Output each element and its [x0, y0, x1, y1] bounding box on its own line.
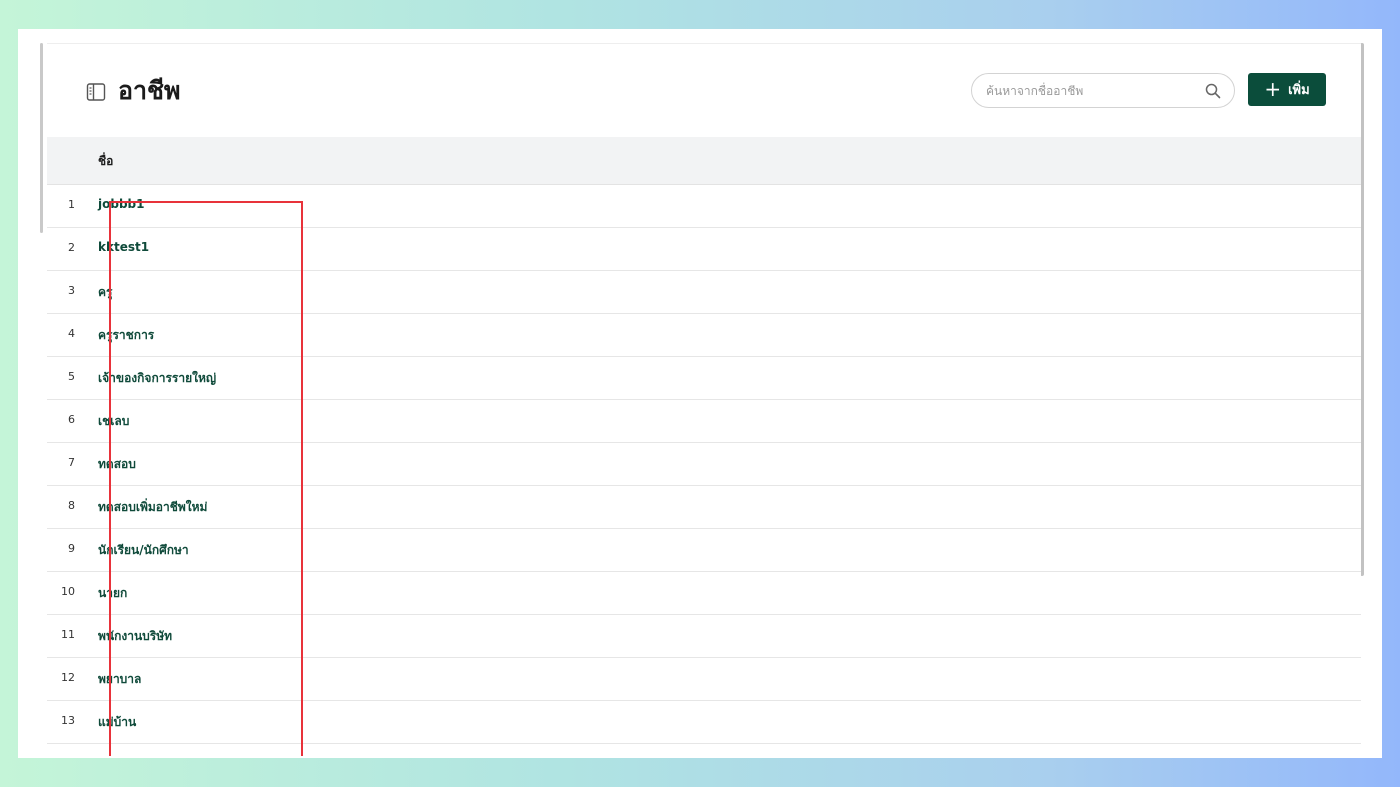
row-number: 5 — [68, 370, 75, 383]
table-row[interactable]: 12 พยาบาล — [47, 658, 1361, 701]
table-row[interactable]: 13 แม่บ้าน — [47, 701, 1361, 744]
search-box[interactable] — [971, 73, 1235, 108]
table-row[interactable]: 9 นักเรียน/นักศึกษา — [47, 529, 1361, 572]
row-name-link[interactable]: ครูราชการ — [98, 326, 154, 345]
row-number: 6 — [68, 413, 75, 426]
row-name-link[interactable]: เจ้าของกิจการรายใหญ่ — [98, 369, 216, 388]
row-name-link[interactable]: ทดสอบเพิ่มอาชีพใหม่ — [98, 498, 207, 517]
table-row[interactable]: 5 เจ้าของกิจการรายใหญ่ — [47, 357, 1361, 400]
row-number: 2 — [68, 241, 75, 254]
row-number: 8 — [68, 499, 75, 512]
app-frame: อาชีพ + เพิ่ม ชื่อ 1 j — [18, 29, 1382, 758]
row-name-link[interactable]: แม่บ้าน — [98, 713, 136, 732]
row-name-link[interactable]: พยาบาล — [98, 670, 141, 689]
occupation-panel: อาชีพ + เพิ่ม ชื่อ 1 j — [47, 43, 1361, 756]
plus-icon: + — [1264, 76, 1282, 101]
row-number: 10 — [61, 585, 75, 598]
row-number: 1 — [68, 198, 75, 211]
row-name-link[interactable]: ครู — [98, 283, 112, 302]
occupation-table: ชื่อ 1 jobbb1 2 kktest1 3 ครู 4 ครูราชกา… — [47, 137, 1361, 744]
table-row[interactable]: 7 ทดสอบ — [47, 443, 1361, 486]
search-icon[interactable] — [1205, 83, 1221, 99]
row-number: 13 — [61, 714, 75, 727]
row-name-link[interactable]: พนักงานบริษัท — [98, 627, 172, 646]
row-name-link[interactable]: เชเลบ — [98, 412, 129, 431]
row-name-link[interactable]: นายก — [98, 584, 127, 603]
table-row[interactable]: 4 ครูราชการ — [47, 314, 1361, 357]
page-title: อาชีพ — [118, 76, 181, 105]
table-row[interactable]: 1 jobbb1 — [47, 185, 1361, 228]
column-header-name[interactable]: ชื่อ — [98, 152, 113, 171]
row-name-link[interactable]: ทดสอบ — [98, 455, 136, 474]
row-number: 12 — [61, 671, 75, 684]
add-button[interactable]: + เพิ่ม — [1248, 73, 1326, 106]
table-row[interactable]: 10 นายก — [47, 572, 1361, 615]
left-scrollbar[interactable] — [40, 43, 43, 233]
search-input[interactable] — [984, 80, 1198, 102]
table-row[interactable]: 2 kktest1 — [47, 228, 1361, 271]
table-row[interactable]: 8 ทดสอบเพิ่มอาชีพใหม่ — [47, 486, 1361, 529]
row-name-link[interactable]: นักเรียน/นักศึกษา — [98, 541, 189, 560]
table-row[interactable]: 3 ครู — [47, 271, 1361, 314]
panel-header: อาชีพ + เพิ่ม — [47, 44, 1361, 137]
table-header: ชื่อ — [47, 137, 1361, 185]
sidebar-panel-icon — [86, 82, 106, 102]
row-number: 7 — [68, 456, 75, 469]
table-row[interactable]: 6 เชเลบ — [47, 400, 1361, 443]
table-row[interactable]: 11 พนักงานบริษัท — [47, 615, 1361, 658]
row-number: 3 — [68, 284, 75, 297]
add-button-label: เพิ่ม — [1288, 83, 1310, 98]
row-name-link[interactable]: kktest1 — [98, 240, 149, 254]
row-name-link[interactable]: jobbb1 — [98, 197, 144, 211]
row-number: 9 — [68, 542, 75, 555]
row-number: 4 — [68, 327, 75, 340]
row-number: 11 — [61, 628, 75, 641]
